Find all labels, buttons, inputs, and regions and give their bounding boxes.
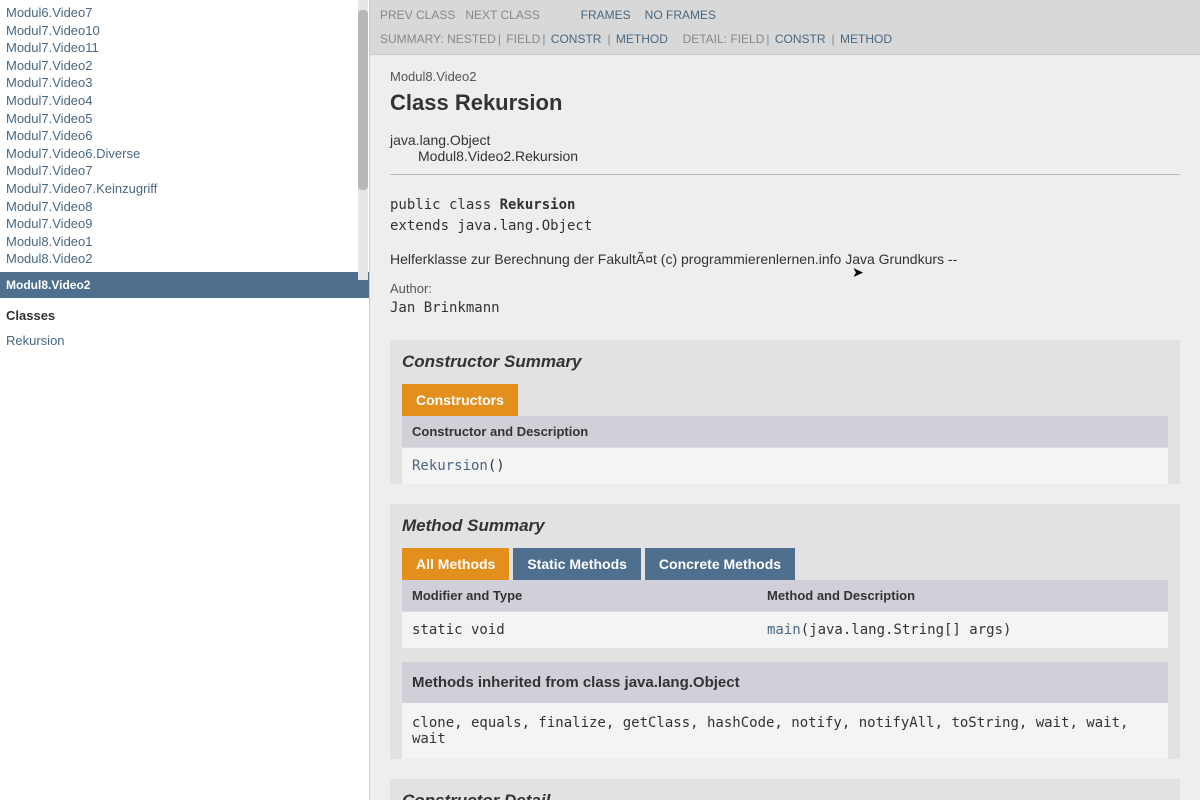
package-link[interactable]: Modul7.Video9: [0, 215, 369, 233]
nav-detail-method[interactable]: METHOD: [840, 32, 892, 46]
tab-concrete-methods[interactable]: Concrete Methods: [645, 548, 795, 580]
method-link[interactable]: main: [767, 622, 801, 638]
package-link[interactable]: Modul7.Video2: [0, 57, 369, 75]
package-link[interactable]: Modul7.Video8: [0, 198, 369, 216]
constructor-detail-section: Constructor Detail: [390, 779, 1180, 800]
nav-no-frames[interactable]: NO FRAMES: [645, 8, 716, 22]
inherited-methods-list: clone, equals, finalize, getClass, hashC…: [402, 703, 1168, 759]
method-summary-title: Method Summary: [390, 504, 1180, 548]
package-link[interactable]: Modul7.Video5: [0, 110, 369, 128]
constructor-table-row: Rekursion(): [402, 447, 1168, 484]
classes-header: Classes: [0, 298, 369, 329]
tab-constructors[interactable]: Constructors: [402, 384, 518, 416]
nav-summary-field: FIELD: [506, 32, 540, 46]
constructor-summary-section: Constructor Summary Constructors Constru…: [390, 340, 1180, 484]
nav-detail-constr[interactable]: CONSTR: [775, 32, 826, 46]
inherited-methods-header: Methods inherited from class java.lang.O…: [402, 662, 1168, 703]
nav-prev-class: PREV CLASS: [380, 8, 455, 22]
method-table-row: static void main(java.lang.String[] args…: [402, 611, 1168, 648]
package-link[interactable]: Modul7.Video7: [0, 162, 369, 180]
divider: [390, 174, 1180, 175]
tab-all-methods[interactable]: All Methods: [402, 548, 509, 580]
package-link[interactable]: Modul7.Video7.Keinzugriff: [0, 180, 369, 198]
top-nav: PREV CLASS NEXT CLASS FRAMES NO FRAMES S…: [370, 0, 1200, 55]
nav-next-class: NEXT CLASS: [465, 8, 539, 22]
package-label: Modul8.Video2: [390, 69, 1180, 84]
constructor-table-header: Constructor and Description: [402, 416, 1168, 447]
nav-detail-label: DETAIL:: [683, 32, 727, 46]
class-description: Helferklasse zur Berechnung der FakultÃ¤…: [390, 251, 1180, 267]
nav-summary-constr[interactable]: CONSTR: [551, 32, 602, 46]
method-modifier: static void: [412, 622, 767, 638]
package-link[interactable]: Modul7.Video4: [0, 92, 369, 110]
package-link[interactable]: Modul7.Video6.Diverse: [0, 145, 369, 163]
package-link[interactable]: Modul8.Video1: [0, 233, 369, 251]
method-summary-section: Method Summary All Methods Static Method…: [390, 504, 1180, 759]
current-package-label: Modul8.Video2: [0, 272, 369, 298]
sidebar: Modul6.Video7Modul7.Video10Modul7.Video1…: [0, 0, 370, 800]
inheritance-tree: java.lang.Object Modul8.Video2.Rekursion: [390, 132, 1180, 164]
author-name: Jan Brinkmann: [390, 300, 1180, 316]
nav-frames[interactable]: FRAMES: [581, 8, 631, 22]
package-list[interactable]: Modul6.Video7Modul7.Video10Modul7.Video1…: [0, 0, 369, 272]
inheritance-child: Modul8.Video2.Rekursion: [418, 148, 1180, 164]
package-link[interactable]: Modul7.Video6: [0, 127, 369, 145]
constructor-link[interactable]: Rekursion: [412, 458, 488, 474]
main-content: PREV CLASS NEXT CLASS FRAMES NO FRAMES S…: [370, 0, 1200, 800]
class-title: Class Rekursion: [390, 90, 1180, 116]
nav-summary-label: SUMMARY:: [380, 32, 444, 46]
constructor-detail-title: Constructor Detail: [390, 779, 1180, 800]
scrollbar-thumb[interactable]: [358, 10, 368, 190]
package-link[interactable]: Modul6.Video7: [0, 4, 369, 22]
class-declaration: public class Rekursion extends java.lang…: [390, 195, 1180, 237]
method-header-modifier: Modifier and Type: [412, 588, 767, 603]
nav-detail-field: FIELD: [730, 32, 764, 46]
constructor-summary-title: Constructor Summary: [390, 340, 1180, 384]
nav-summary-nested: NESTED: [447, 32, 496, 46]
class-link-rekursion[interactable]: Rekursion: [0, 329, 369, 352]
nav-summary-method[interactable]: METHOD: [616, 32, 668, 46]
package-link[interactable]: Modul8.Video2: [0, 250, 369, 268]
package-link[interactable]: Modul7.Video10: [0, 22, 369, 40]
package-link[interactable]: Modul7.Video11: [0, 39, 369, 57]
author-label: Author:: [390, 281, 1180, 296]
tab-static-methods[interactable]: Static Methods: [513, 548, 641, 580]
method-header-description: Method and Description: [767, 588, 915, 603]
inheritance-parent: java.lang.Object: [390, 132, 1180, 148]
package-link[interactable]: Modul7.Video3: [0, 74, 369, 92]
